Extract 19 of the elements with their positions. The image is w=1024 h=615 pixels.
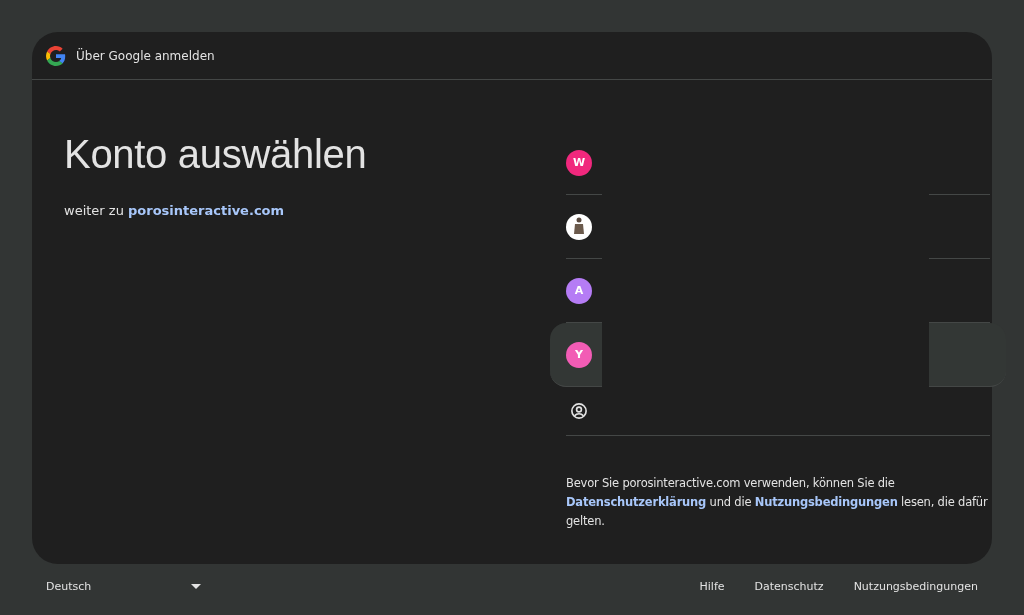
avatar-circle: Y: [566, 341, 592, 368]
page-heading: Konto auswählen: [64, 132, 368, 177]
footer-link[interactable]: Nutzungsbedingungen: [853, 580, 978, 593]
notice-link[interactable]: Datenschutzerklärung: [566, 495, 707, 509]
account-circle-icon: [570, 402, 588, 420]
language-dropdown[interactable]: Deutsch: [46, 580, 202, 593]
account-row[interactable]: W: [566, 131, 990, 195]
header-title: Über Google anmelden: [76, 48, 215, 63]
google-logo-icon: [46, 45, 66, 66]
terms-text: Bevor Sie porosinteractive.com verwenden, können Sie die Datenschutzerklärung und die Nutzungsbedingungen lesen, die dafür gelten.: [566, 475, 989, 530]
footer-link[interactable]: Datenschutz: [754, 580, 824, 593]
continue-text: weiter zu: [64, 203, 124, 218]
avatar-circle: W: [566, 149, 592, 176]
avatar-circle: A: [566, 277, 592, 304]
site-link[interactable]: porosinteractive.com: [128, 203, 285, 218]
avatar-photo-placeholder: [566, 213, 592, 240]
footer-link[interactable]: Hilfe: [699, 580, 725, 593]
notice-link[interactable]: Nutzungsbedingungen: [754, 495, 898, 509]
caret-icon: [191, 584, 202, 589]
